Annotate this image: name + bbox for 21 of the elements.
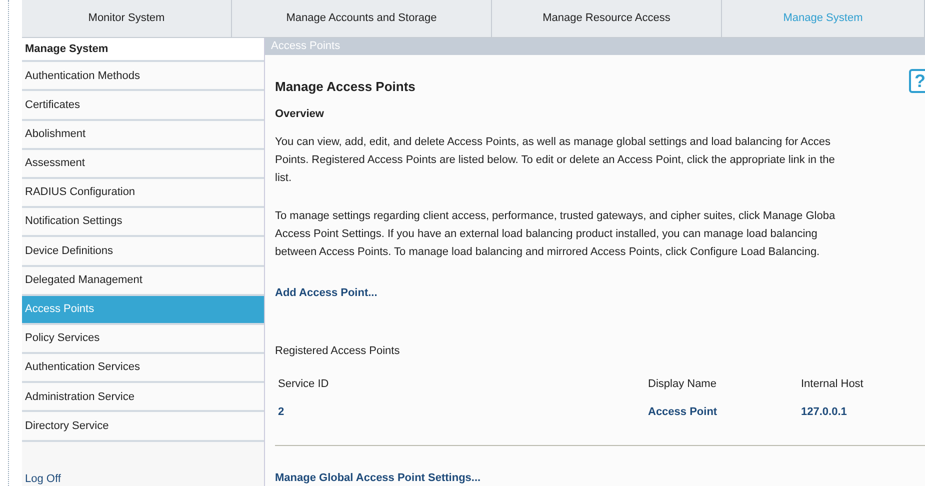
sidebar-item[interactable]: Abolishment	[22, 120, 264, 150]
add-access-point-link[interactable]: Add Access Point...	[275, 284, 378, 301]
page-title: Manage Access Points	[275, 78, 416, 96]
global-settings-link[interactable]: Manage Global Access Point Settings...	[275, 470, 481, 486]
table-heading: Registered Access Points	[275, 344, 401, 359]
nav-tab[interactable]: Manage Resource Access	[492, 0, 722, 38]
sidebar-item[interactable]: Delegated Management	[22, 266, 264, 296]
column-header: Display Name	[648, 376, 718, 392]
breadcrumb-text: Access Points	[271, 39, 340, 54]
table-cell-link[interactable]: 2	[278, 404, 648, 420]
log-off-link[interactable]: Log Off	[25, 473, 61, 486]
nav-tab[interactable]: Monitor System	[22, 0, 232, 38]
paragraph: To manage settings regarding client access, performance, trusted gateways, and cipher suites, click Manage Globa Access Point Settings. If you have an external load balancing product installed, you can manage load balancing between Access Points. To manage load balancing and mirrored Access Points, click Configure Load Balancing.	[275, 208, 836, 260]
table-cell-link[interactable]: Access Point	[648, 404, 801, 420]
nav-tab[interactable]: Manage Accounts and Storage	[232, 0, 492, 38]
column-header: Internal Host	[801, 376, 864, 392]
paragraph: You can view, add, edit, and delete Access Points, as well as manage global settings and load balancing for Acces Points. Registered Access Points are listed below. To edit or delete an Access Point, click the appropriate link in the list.	[275, 134, 836, 186]
section-heading: Overview	[275, 107, 325, 122]
table-cell-link[interactable]: 127.0.0.1	[801, 404, 925, 420]
sidebar-title: Manage System	[22, 38, 264, 62]
column-header: Service ID	[278, 376, 330, 392]
